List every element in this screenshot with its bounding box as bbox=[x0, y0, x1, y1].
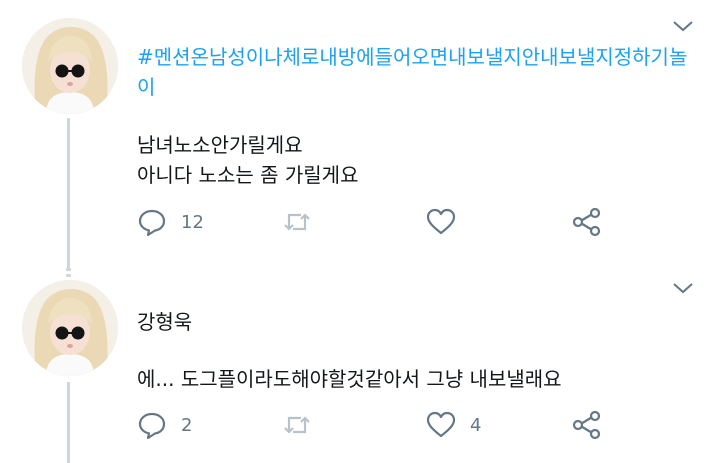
avatar[interactable] bbox=[22, 280, 118, 376]
retweet-icon bbox=[284, 416, 310, 434]
reply-count: 12 bbox=[181, 211, 204, 233]
tweet-text: 에... 도그플이라도해야할것같아서 그냥 내보낼래요 bbox=[137, 364, 562, 394]
retweet-button[interactable] bbox=[282, 207, 326, 237]
reply-icon bbox=[138, 412, 166, 440]
chevron-down-icon[interactable] bbox=[672, 18, 694, 32]
thread-line bbox=[67, 382, 70, 463]
tweet[interactable]: 강형욱 에... 도그플이라도해야할것같아서 그냥 내보낼래요 2 4 bbox=[0, 272, 720, 463]
tweet-text-line: 아니다 노소는 좀 가릴게요 bbox=[137, 163, 359, 187]
reply-count: 2 bbox=[181, 414, 193, 436]
retweet-button[interactable] bbox=[282, 410, 326, 440]
tweet-actions: 2 4 bbox=[137, 410, 607, 440]
hashtag-link[interactable]: #멘션온남성이나체로내방에들어오면내보낼지안내보낼지정하기놀이 bbox=[137, 42, 697, 102]
tweet-actions: 12 bbox=[137, 207, 607, 237]
tweet-text: 남녀노소안가릴게요 아니다 노소는 좀 가릴게요 bbox=[137, 130, 358, 190]
like-button[interactable]: 4 bbox=[426, 410, 481, 440]
reply-icon bbox=[138, 209, 166, 237]
share-icon bbox=[572, 410, 601, 440]
chevron-down-icon[interactable] bbox=[672, 280, 694, 294]
share-button[interactable] bbox=[572, 410, 602, 440]
tweet[interactable]: #멘션온남성이나체로내방에들어오면내보낼지안내보낼지정하기놀이 남녀노소안가릴게… bbox=[0, 0, 720, 272]
avatar[interactable] bbox=[22, 18, 118, 114]
author-name[interactable]: 강형욱 bbox=[137, 308, 192, 336]
heart-icon bbox=[426, 208, 456, 235]
thread-line bbox=[67, 118, 70, 268]
tweet-text-line: 남녀노소안가릴게요 bbox=[137, 133, 303, 157]
heart-icon bbox=[426, 411, 456, 438]
share-button[interactable] bbox=[572, 207, 602, 237]
reply-button[interactable]: 2 bbox=[137, 410, 192, 440]
reply-button[interactable]: 12 bbox=[137, 207, 204, 237]
tweet-text-line: 에... 도그플이라도해야할것같아서 그냥 내보낼래요 bbox=[137, 367, 562, 391]
like-count: 4 bbox=[470, 414, 482, 436]
like-button[interactable] bbox=[426, 207, 470, 237]
retweet-icon bbox=[284, 213, 310, 231]
share-icon bbox=[572, 207, 601, 237]
